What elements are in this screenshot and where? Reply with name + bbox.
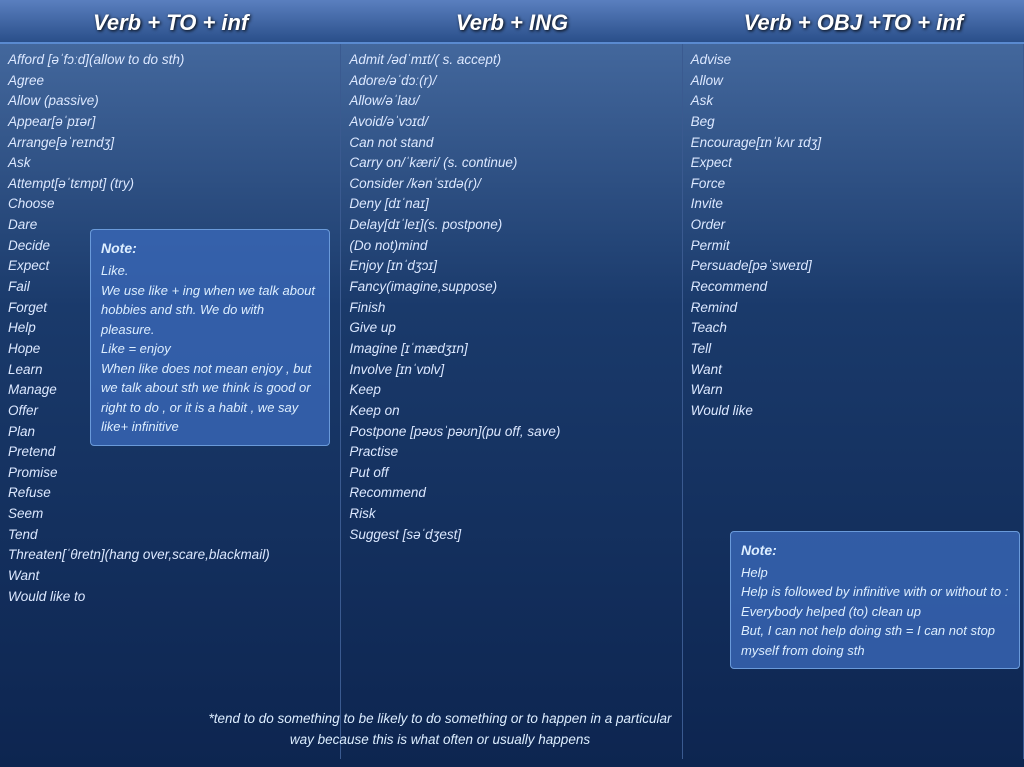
col2: Admit /ədˈmɪt/( s. accept)Adore/əˈdɔː(r)… [341,44,682,759]
note-right-line1: Help [741,565,768,580]
list-item: Involve [ɪnˈvɒlv] [349,360,673,381]
header-col3: Verb + OBJ +TO + inf [683,10,1024,36]
list-item: Practise [349,442,673,463]
list-item: Warn [691,380,1015,401]
list-item: Keep on [349,401,673,422]
list-item: Would like [691,401,1015,422]
list-item: Postpone [pəʊsˈpəʊn](pu off, save) [349,422,673,443]
list-item: Give up [349,318,673,339]
list-item: Teach [691,318,1015,339]
list-item: Arrange[əˈreɪndʒ] [8,133,332,154]
list-item: Permit [691,236,1015,257]
list-item: Want [691,360,1015,381]
list-item: Agree [8,71,332,92]
header-col1: Verb + TO + inf [0,10,341,36]
list-item: Risk [349,504,673,525]
list-item: Threaten[ˈθretn](hang over,scare,blackma… [8,545,332,566]
list-item: Adore/əˈdɔː(r)/ [349,71,673,92]
list-item: Invite [691,194,1015,215]
list-item: Consider /kənˈsɪdə(r)/ [349,174,673,195]
list-item: Imagine [ɪˈmædʒɪn] [349,339,673,360]
list-item: Tend [8,525,332,546]
list-item: Recommend [691,277,1015,298]
list-item: (Do not)mind [349,236,673,257]
list-item: Force [691,174,1015,195]
header-col2: Verb + ING [341,10,682,36]
note-right-line3: But, I can not help doing sth = I can no… [741,623,995,658]
list-item: Promise [8,463,332,484]
note-left-title: Note: [101,238,319,259]
list-item: Allow [691,71,1015,92]
columns-row: Afford [əˈfɔːd](allow to do sth)AgreeAll… [0,44,1024,759]
list-item: Afford [əˈfɔːd](allow to do sth) [8,50,332,71]
list-item: Refuse [8,483,332,504]
list-item: Allow (passive) [8,91,332,112]
list-item: Attempt[əˈtɛmpt] (try) [8,174,332,195]
list-item: Tell [691,339,1015,360]
list-item: Order [691,215,1015,236]
list-item: Deny [dɪˈnaɪ] [349,194,673,215]
list-item: Fancy(imagine,suppose) [349,277,673,298]
list-item: Keep [349,380,673,401]
list-item: Carry on/ˈkæri/ (s. continue) [349,153,673,174]
list-item: Allow/əˈlaʊ/ [349,91,673,112]
list-item: Seem [8,504,332,525]
list-item: Choose [8,194,332,215]
header-row: Verb + TO + inf Verb + ING Verb + OBJ +T… [0,0,1024,44]
list-item: Expect [691,153,1015,174]
list-item: Can not stand [349,133,673,154]
list-item: Delay[dɪˈleɪ](s. postpone) [349,215,673,236]
list-item: Ask [8,153,332,174]
list-item: Appear[əˈpɪər] [8,112,332,133]
list-item: Encourage[ɪnˈkʌr ɪdʒ] [691,133,1015,154]
list-item: Avoid/əˈvɔɪd/ [349,112,673,133]
list-item: Persuade[pəˈsweɪd] [691,256,1015,277]
list-item: Would like to [8,587,332,608]
footer-note: *tend to do something to be likely to do… [200,708,680,751]
note-left-line4: When like does not mean enjoy , but we t… [101,361,311,435]
note-left: Note: Like. We use like + ing when we ta… [90,229,330,446]
list-item: Put off [349,463,673,484]
list-item: Admit /ədˈmɪt/( s. accept) [349,50,673,71]
list-item: Suggest [səˈdʒest] [349,525,673,546]
list-item: Recommend [349,483,673,504]
note-left-line1: Like. [101,263,128,278]
note-left-line2: We use like + ing when we talk about hob… [101,283,315,337]
note-right: Note: Help Help is followed by infinitiv… [730,531,1020,670]
list-item: Remind [691,298,1015,319]
list-item: Enjoy [ɪnˈdʒɔɪ] [349,256,673,277]
list-item: Finish [349,298,673,319]
list-item: Ask [691,91,1015,112]
note-right-title: Note: [741,540,1009,561]
note-right-line2: Help is followed by infinitive with or w… [741,584,1008,619]
list-item: Advise [691,50,1015,71]
list-item: Want [8,566,332,587]
note-left-line3: Like = enjoy [101,341,171,356]
list-item: Beg [691,112,1015,133]
